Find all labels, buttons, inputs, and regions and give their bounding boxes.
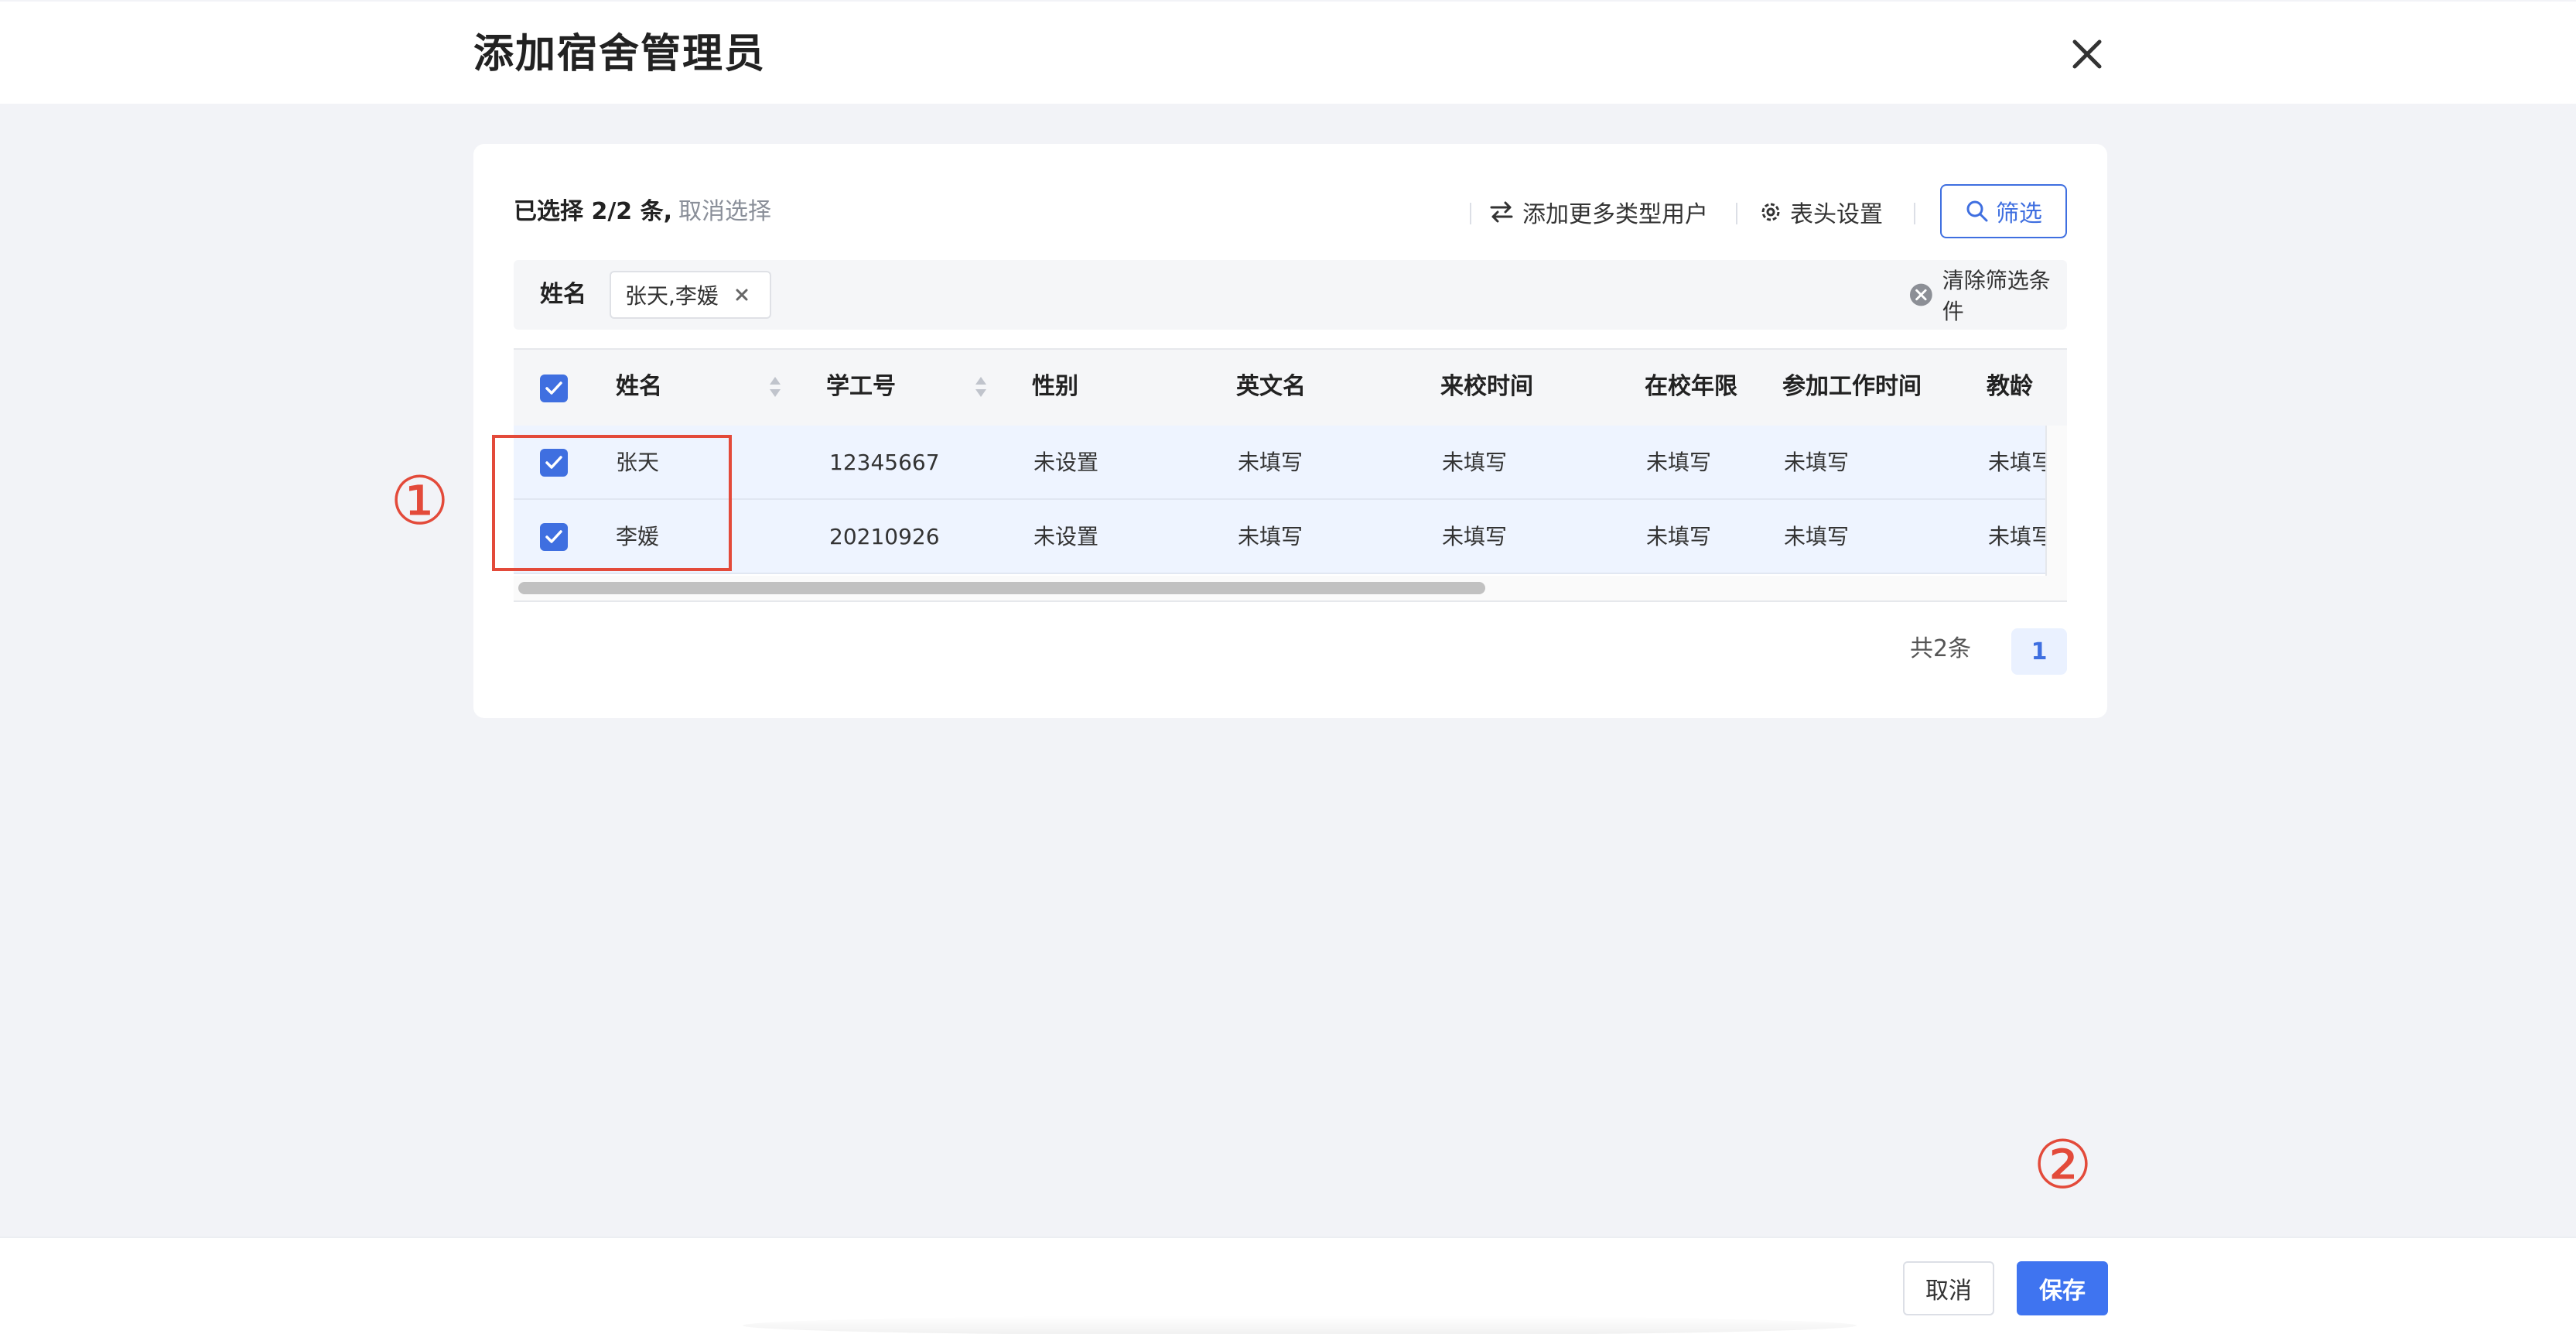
table-row[interactable]: 张天 12345667 未设置 未填写 未填写 未填写 未填写 未填写	[514, 426, 2053, 500]
annotation-number-step2: ②	[2033, 1127, 2093, 1204]
column-header-id[interactable]: 学工号	[826, 371, 896, 402]
close-icon	[2072, 39, 2102, 69]
user-table: 姓名 学工号 性别 英文名 来校时间 在校年限 参加工作时间 教龄 张天 123…	[514, 348, 2067, 602]
cancel-button[interactable]: 取消	[1903, 1261, 1994, 1315]
column-settings-button[interactable]: 表头设置	[1759, 193, 1883, 231]
column-header-name[interactable]: 姓名	[616, 371, 662, 402]
cell-english-name: 未填写	[1238, 524, 1303, 549]
annotation-box-step1	[492, 435, 732, 571]
close-button[interactable]	[2062, 29, 2112, 79]
cancel-selection-link[interactable]: 取消选择	[678, 198, 771, 225]
horizontal-scrollbar-thumb[interactable]	[518, 582, 1485, 594]
cell-arrival-date: 未填写	[1442, 450, 1508, 475]
column-header-work-start[interactable]: 参加工作时间	[1782, 371, 1922, 402]
cell-work-start: 未填写	[1784, 450, 1850, 475]
clear-filters-label: 清除筛选条件	[1942, 268, 2051, 324]
clear-circle-icon	[1909, 283, 1932, 306]
column-header-gender[interactable]: 性别	[1032, 371, 1078, 402]
cell-english-name: 未填写	[1238, 450, 1303, 475]
vertical-scrollbar[interactable]	[2045, 426, 2067, 576]
footer-shadow	[743, 1315, 1857, 1334]
sort-icon[interactable]	[767, 375, 783, 399]
gear-icon	[1761, 203, 1780, 221]
active-filters-bar: 姓名 张天,李媛 清除筛选条件	[514, 260, 2067, 330]
table-row[interactable]: 李媛 20210926 未设置 未填写 未填写 未填写 未填写 未填写	[514, 500, 2053, 574]
column-header-english-name[interactable]: 英文名	[1236, 371, 1306, 402]
column-header-teaching-years[interactable]: 教龄	[1987, 371, 2033, 402]
dialog-title: 添加宿舍管理员	[473, 31, 767, 77]
table-header: 姓名 学工号 性别 英文名 来校时间 在校年限 参加工作时间 教龄	[514, 350, 2067, 426]
toolbar-divider	[1470, 203, 1471, 224]
toolbar-divider	[1914, 203, 1915, 224]
cell-work-start: 未填写	[1784, 524, 1850, 549]
cell-id: 20210926	[829, 524, 940, 549]
dialog-footer: 取消 保存	[0, 1237, 2576, 1334]
sort-icon[interactable]	[973, 375, 989, 399]
filter-tag-value: 张天,李媛	[625, 283, 719, 309]
toolbar-divider	[1736, 203, 1737, 224]
search-icon	[1966, 200, 1988, 222]
cell-gender: 未设置	[1033, 450, 1099, 475]
filter-tag[interactable]: 张天,李媛	[610, 271, 771, 319]
cell-teaching-years: 未填写	[1988, 450, 2054, 475]
add-more-users-label: 添加更多类型用户	[1522, 201, 1708, 228]
save-button[interactable]: 保存	[2017, 1261, 2108, 1315]
column-header-years-at-school[interactable]: 在校年限	[1645, 371, 1737, 402]
selection-summary: 已选择 2/2 条,	[514, 198, 672, 225]
add-more-users-button[interactable]: 添加更多类型用户	[1488, 193, 1708, 231]
annotation-number-step1: ①	[390, 463, 450, 540]
dialog-header: 添加宿舍管理员	[0, 2, 2576, 104]
filter-field-label: 姓名	[540, 281, 586, 308]
select-all-checkbox[interactable]	[540, 375, 568, 402]
remove-tag-icon[interactable]	[733, 286, 751, 304]
horizontal-scrollbar[interactable]	[514, 576, 2067, 600]
column-settings-label: 表头设置	[1790, 201, 1883, 228]
filter-button[interactable]: 筛选	[1940, 184, 2067, 238]
check-icon	[545, 381, 562, 395]
pagination-total: 共2条	[1910, 635, 1972, 662]
cell-years-at-school: 未填写	[1646, 450, 1712, 475]
pagination-page-button[interactable]: 1	[2011, 628, 2067, 675]
cell-id: 12345667	[829, 450, 940, 475]
clear-filters-button[interactable]: 清除筛选条件	[1909, 268, 2067, 324]
cell-years-at-school: 未填写	[1646, 524, 1712, 549]
cell-gender: 未设置	[1033, 524, 1099, 549]
column-header-arrival-date[interactable]: 来校时间	[1440, 371, 1533, 402]
selection-info: 已选择 2/2 条, 取消选择	[514, 193, 771, 231]
filter-button-label: 筛选	[1996, 200, 2042, 227]
cell-arrival-date: 未填写	[1442, 524, 1508, 549]
cell-teaching-years: 未填写	[1988, 524, 2054, 549]
swap-icon	[1490, 201, 1513, 223]
selection-card: 已选择 2/2 条, 取消选择 添加更多类型用户 表头设置 筛选 姓名 张天,李媛	[473, 144, 2107, 718]
